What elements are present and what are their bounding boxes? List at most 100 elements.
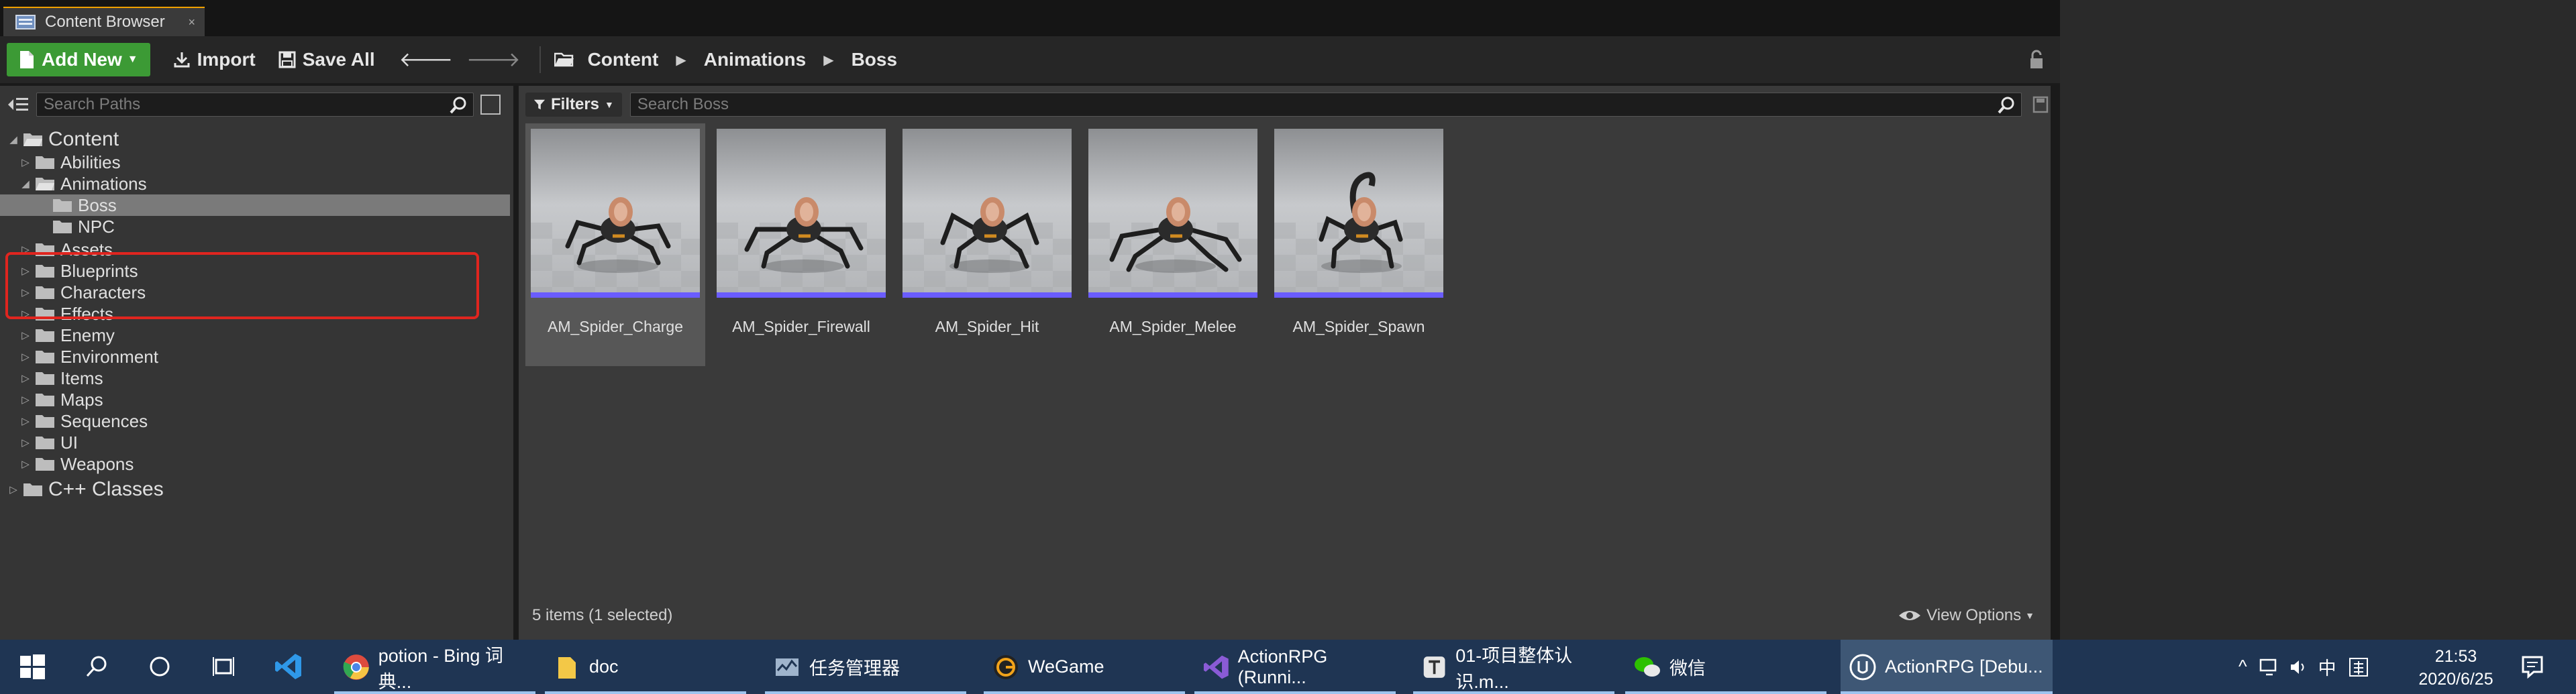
folder-icon: [36, 178, 54, 190]
save-search-icon[interactable]: [2032, 96, 2049, 113]
search-paths-input[interactable]: Search Paths: [36, 93, 474, 117]
folder-icon: [36, 156, 54, 169]
expand-arrow-icon[interactable]: ▷: [20, 372, 31, 384]
asset-thumbnail[interactable]: [1088, 129, 1257, 298]
taskbar-app[interactable]: potion - Bing 词典...: [334, 640, 535, 694]
toolbar-divider: [539, 46, 541, 73]
expand-arrow-icon[interactable]: ▷: [20, 394, 31, 406]
taskbar-app[interactable]: ActionRPG [Debu...: [1841, 640, 2053, 694]
asset-tile[interactable]: AM_Spider_Spawn: [1269, 123, 1449, 366]
add-new-button[interactable]: Add New ▼: [7, 43, 150, 76]
breadcrumb-boss[interactable]: Boss: [852, 49, 897, 70]
notification-center-icon[interactable]: [2518, 652, 2547, 681]
tree-item-npc[interactable]: NPC: [0, 216, 510, 237]
taskbar-app[interactable]: WeGame: [984, 640, 1185, 694]
tree-item-items[interactable]: ▷ Items: [0, 367, 510, 389]
tree-item-label: Weapons: [60, 453, 134, 474]
view-mode-icon[interactable]: [480, 95, 501, 115]
spider-thumbnail-icon: [1274, 129, 1443, 298]
cortana-icon[interactable]: [145, 652, 174, 681]
class-folder-icon: [23, 483, 42, 496]
asset-tile[interactable]: AM_Spider_Charge: [525, 123, 705, 366]
taskbar-app[interactable]: 任务管理器: [765, 640, 966, 694]
tree-item-abilities[interactable]: ▷ Abilities: [0, 152, 510, 173]
import-icon: [174, 52, 190, 68]
clock[interactable]: 21:53 2020/6/25: [2389, 645, 2523, 691]
taskbar-app[interactable]: doc: [545, 640, 746, 694]
chevron-up-icon[interactable]: ^: [2238, 656, 2247, 677]
expand-arrow-icon[interactable]: ▷: [20, 156, 31, 168]
folder-icon: [558, 656, 576, 679]
save-all-button[interactable]: Save All: [278, 49, 375, 70]
folder-icon: [36, 394, 54, 406]
expand-arrow-icon[interactable]: ▷: [20, 415, 31, 427]
asset-thumbnail[interactable]: [1274, 129, 1443, 298]
expand-arrow-icon[interactable]: ▷: [20, 351, 31, 363]
content-browser-tab[interactable]: Content Browser ×: [3, 7, 205, 36]
tab-strip: Content Browser ×: [0, 0, 2060, 36]
volume-icon[interactable]: [2289, 658, 2309, 676]
asset-type-bar: [903, 292, 1072, 298]
folder-icon: [53, 221, 72, 233]
network-icon[interactable]: [2259, 658, 2279, 676]
tree-item-ui[interactable]: ▷ UI: [0, 432, 510, 453]
ime-mode-icon[interactable]: [2349, 657, 2369, 677]
filters-button[interactable]: Filters ▼: [525, 93, 622, 117]
windows-start-icon[interactable]: [17, 652, 47, 681]
breadcrumb-separator-icon[interactable]: ▶: [676, 52, 686, 68]
expand-arrow-icon[interactable]: ▷: [20, 437, 31, 449]
search-icon[interactable]: [82, 652, 111, 681]
chevron-down-icon: ▼: [605, 99, 614, 110]
search-assets-input[interactable]: Search Boss: [629, 93, 2022, 117]
asset-tile[interactable]: AM_Spider_Melee: [1083, 123, 1263, 366]
taskbar-app[interactable]: 01-项目整体认识.m...: [1413, 640, 1614, 694]
tree-item-label: Items: [60, 367, 103, 388]
tree-item-maps[interactable]: ▷ Maps: [0, 389, 510, 410]
back-arrow-icon[interactable]: 🡐: [399, 48, 453, 72]
task-view-icon[interactable]: [209, 652, 239, 681]
panel-splitter[interactable]: [513, 86, 519, 640]
tab-close-icon[interactable]: ×: [188, 15, 195, 30]
lock-icon[interactable]: [2029, 50, 2044, 70]
tree-item-content[interactable]: ◢ Content: [0, 128, 510, 150]
chevron-down-icon: ▼: [2025, 610, 2034, 621]
tree-item-animations[interactable]: ◢ Animations: [0, 173, 510, 194]
expand-arrow-icon[interactable]: ▷: [8, 483, 19, 496]
taskbar-app[interactable]: ActionRPG (Runni...: [1194, 640, 1396, 694]
collapse-sources-icon[interactable]: [7, 95, 30, 114]
expand-arrow-open-icon[interactable]: ◢: [20, 178, 31, 190]
spider-thumbnail-icon: [903, 129, 1072, 298]
expand-arrow-open-icon[interactable]: ◢: [8, 133, 19, 146]
asset-tile[interactable]: AM_Spider_Hit: [897, 123, 1077, 366]
expand-arrow-icon[interactable]: ▷: [20, 329, 31, 341]
tree-item-c-classes[interactable]: ▷ C++ Classes: [0, 478, 510, 500]
add-new-label: Add New: [42, 49, 122, 70]
import-button[interactable]: Import: [173, 49, 256, 70]
content-browser-icon: [15, 15, 36, 30]
ime-indicator[interactable]: 中: [2318, 654, 2336, 680]
asset-name: AM_Spider_Charge: [547, 318, 683, 335]
tree-item-environment[interactable]: ▷ Environment: [0, 346, 510, 367]
expand-arrow-icon[interactable]: ▷: [20, 458, 31, 470]
tree-item-enemy[interactable]: ▷ Enemy: [0, 325, 510, 346]
breadcrumb-content[interactable]: Content: [588, 49, 659, 70]
asset-thumbnail[interactable]: [531, 129, 700, 298]
tree-item-weapons[interactable]: ▷ Weapons: [0, 453, 510, 475]
tree-item-label: Enemy: [60, 325, 115, 345]
tree-item-boss[interactable]: Boss: [0, 194, 510, 216]
taskbar-app[interactable]: 微信: [1625, 640, 1826, 694]
asset-thumbnail[interactable]: [717, 129, 886, 298]
asset-tile[interactable]: AM_Spider_Firewall: [711, 123, 891, 366]
view-options-button[interactable]: View Options ▼: [1898, 606, 2034, 625]
folder-icon: [36, 351, 54, 363]
save-all-label: Save All: [302, 49, 375, 70]
breadcrumb-separator-icon[interactable]: ▶: [823, 52, 833, 68]
folder-open-icon: [554, 52, 574, 67]
asset-thumbnail[interactable]: [903, 129, 1072, 298]
breadcrumb-animations[interactable]: Animations: [704, 49, 806, 70]
taskbar-app-label: 任务管理器: [809, 658, 900, 679]
forward-arrow-icon[interactable]: 🡒: [466, 48, 520, 72]
vscode-icon[interactable]: [274, 652, 303, 681]
tree-item-sequences[interactable]: ▷ Sequences: [0, 410, 510, 432]
spider-thumbnail-icon: [1088, 129, 1257, 298]
